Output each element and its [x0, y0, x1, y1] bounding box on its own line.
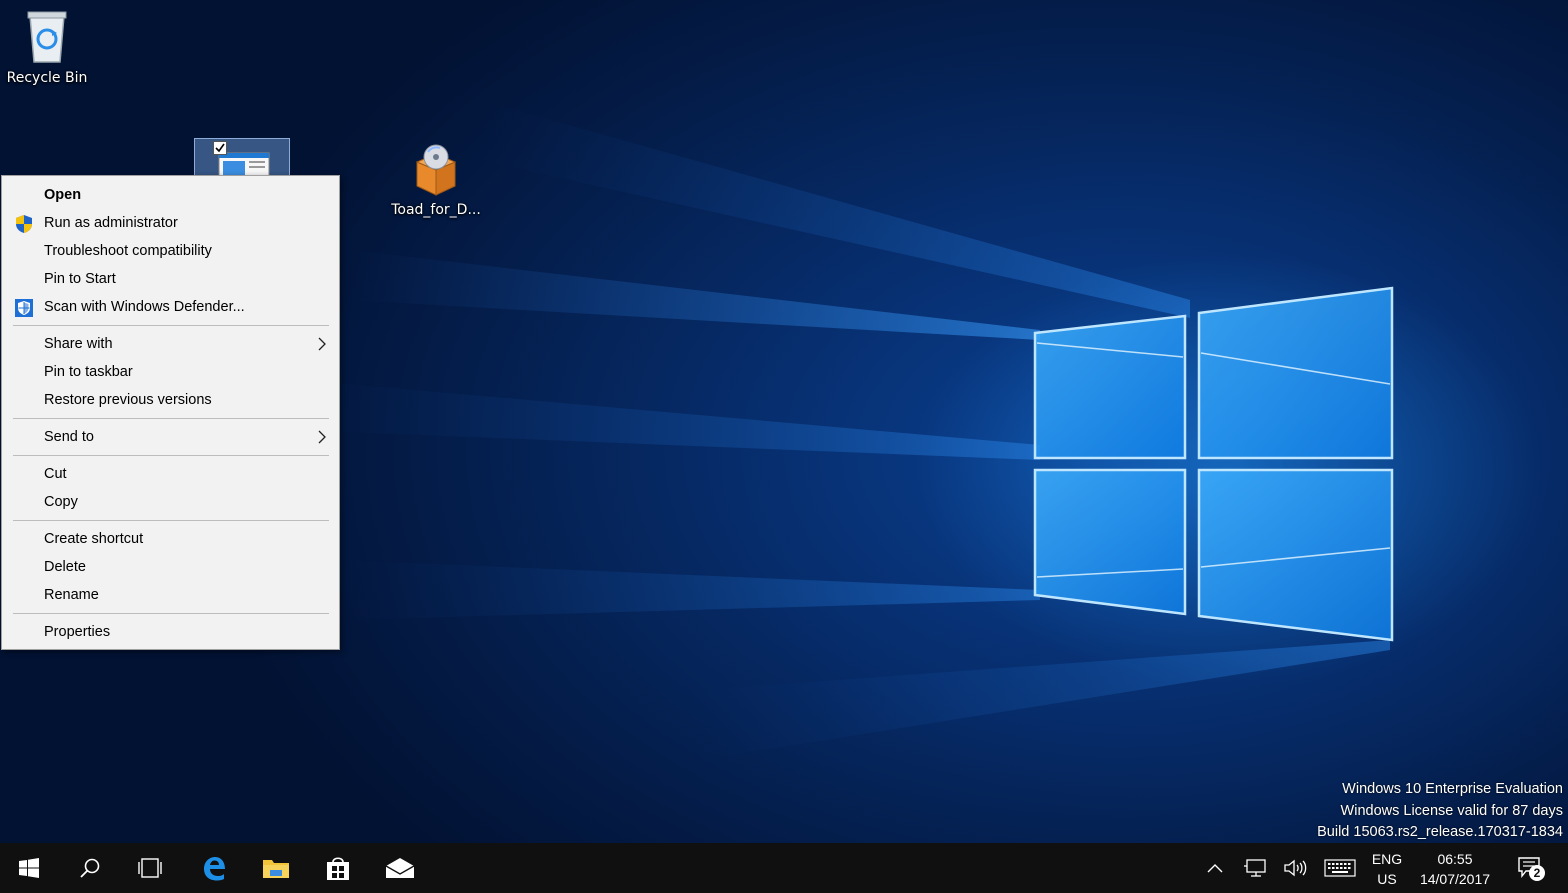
keyboard-icon	[1324, 859, 1356, 877]
store-icon	[327, 857, 349, 880]
notification-count-badge: 2	[1529, 865, 1545, 881]
menu-item-scan-with-windows-defender[interactable]: Scan with Windows Defender...	[2, 293, 339, 321]
start-button[interactable]	[0, 843, 58, 893]
menu-item-label: Restore previous versions	[44, 392, 212, 408]
menu-item-open[interactable]: Open	[2, 181, 339, 209]
desktop[interactable]: Recycle Bin Toad_for_D... Open Run as ad…	[0, 0, 1568, 843]
store-taskbar-button[interactable]	[308, 843, 368, 893]
menu-item-create-shortcut[interactable]: Create shortcut	[2, 525, 339, 553]
clock-time: 06:55	[1437, 851, 1473, 867]
task-view-button[interactable]	[120, 843, 180, 893]
menu-item-label: Share with	[44, 336, 113, 352]
edge-icon	[204, 857, 225, 881]
uac-shield-icon	[16, 215, 32, 233]
menu-item-label: Create shortcut	[44, 531, 144, 547]
menu-item-delete[interactable]: Delete	[2, 553, 339, 581]
menu-separator	[13, 520, 329, 521]
volume-button[interactable]	[1278, 843, 1312, 893]
region-code: US	[1377, 871, 1397, 887]
menu-separator	[13, 455, 329, 456]
recycle-bin-desktop-icon[interactable]: Recycle Bin	[4, 6, 90, 86]
menu-item-run-as-administrator[interactable]: Run as administrator	[2, 209, 339, 237]
chevron-up-icon	[1207, 864, 1223, 873]
chevron-right-icon	[318, 337, 326, 351]
input-language-indicator[interactable]: ENG US	[1364, 849, 1410, 889]
network-button[interactable]	[1238, 843, 1272, 893]
menu-separator	[13, 418, 329, 419]
recycle-bin-label: Recycle Bin	[6, 70, 88, 86]
menu-item-share-with[interactable]: Share with	[2, 330, 339, 358]
menu-item-label: Copy	[44, 494, 78, 510]
recycle-bin-icon	[27, 11, 67, 63]
toad-installer-desktop-icon[interactable]: Toad_for_D...	[390, 140, 482, 218]
menu-separator	[13, 325, 329, 326]
action-center-button[interactable]: 2	[1508, 843, 1552, 893]
menu-item-label: Properties	[44, 624, 111, 640]
menu-item-properties[interactable]: Properties	[2, 618, 339, 646]
taskbar: ENG US 06:55 14/07/2017 2	[0, 843, 1568, 893]
watermark-license: Windows License valid for 87 days	[1340, 802, 1563, 819]
file-explorer-taskbar-button[interactable]	[246, 843, 306, 893]
menu-item-label: Rename	[44, 587, 99, 603]
watermark-edition: Windows 10 Enterprise Evaluation	[1342, 781, 1563, 797]
toad-installer-label: Toad_for_D...	[391, 202, 481, 218]
menu-item-label: Cut	[44, 466, 67, 482]
selection-checkbox-icon[interactable]	[213, 141, 227, 155]
menu-item-rename[interactable]: Rename	[2, 581, 339, 609]
menu-item-restore-previous-versions[interactable]: Restore previous versions	[2, 386, 339, 414]
menu-item-label: Pin to taskbar	[44, 364, 133, 380]
installer-package-icon	[415, 144, 457, 196]
network-icon	[1244, 859, 1266, 877]
search-icon	[80, 858, 100, 878]
watermark-build: Build 15063.rs2_release.170317-1834	[1317, 824, 1563, 840]
edge-taskbar-button[interactable]	[184, 843, 244, 893]
menu-item-label: Pin to Start	[44, 271, 116, 287]
menu-item-label: Run as administrator	[44, 215, 178, 231]
menu-item-troubleshoot-compatibility[interactable]: Troubleshoot compatibility	[2, 237, 339, 265]
file-explorer-icon	[263, 860, 289, 878]
language-code: ENG	[1371, 851, 1403, 867]
menu-item-label: Scan with Windows Defender...	[44, 299, 245, 315]
menu-item-send-to[interactable]: Send to	[2, 423, 339, 451]
menu-item-label: Troubleshoot compatibility	[44, 243, 212, 259]
volume-icon	[1284, 859, 1307, 877]
clock-date: 14/07/2017	[1419, 871, 1491, 887]
menu-item-label: Open	[44, 187, 82, 203]
menu-item-cut[interactable]: Cut	[2, 460, 339, 488]
mail-taskbar-button[interactable]	[370, 843, 430, 893]
chevron-right-icon	[318, 430, 326, 444]
mail-icon	[385, 858, 415, 878]
search-button[interactable]	[60, 843, 120, 893]
touch-keyboard-button[interactable]	[1322, 843, 1358, 893]
menu-item-label: Send to	[44, 429, 94, 445]
start-icon	[19, 858, 39, 878]
menu-item-pin-to-taskbar[interactable]: Pin to taskbar	[2, 358, 339, 386]
selected-app-desktop-icon[interactable]	[194, 138, 290, 177]
menu-item-copy[interactable]: Copy	[2, 488, 339, 516]
clock[interactable]: 06:55 14/07/2017	[1412, 849, 1498, 889]
windows-defender-icon	[15, 299, 33, 317]
evaluation-watermark: Windows 10 Enterprise Evaluation Windows…	[1317, 779, 1563, 843]
task-view-icon	[138, 858, 162, 878]
menu-separator	[13, 613, 329, 614]
show-hidden-icons-button[interactable]	[1200, 843, 1230, 893]
menu-item-label: Delete	[44, 559, 86, 575]
menu-item-pin-to-start[interactable]: Pin to Start	[2, 265, 339, 293]
context-menu: Open Run as administrator Troubleshoot c…	[1, 175, 340, 650]
